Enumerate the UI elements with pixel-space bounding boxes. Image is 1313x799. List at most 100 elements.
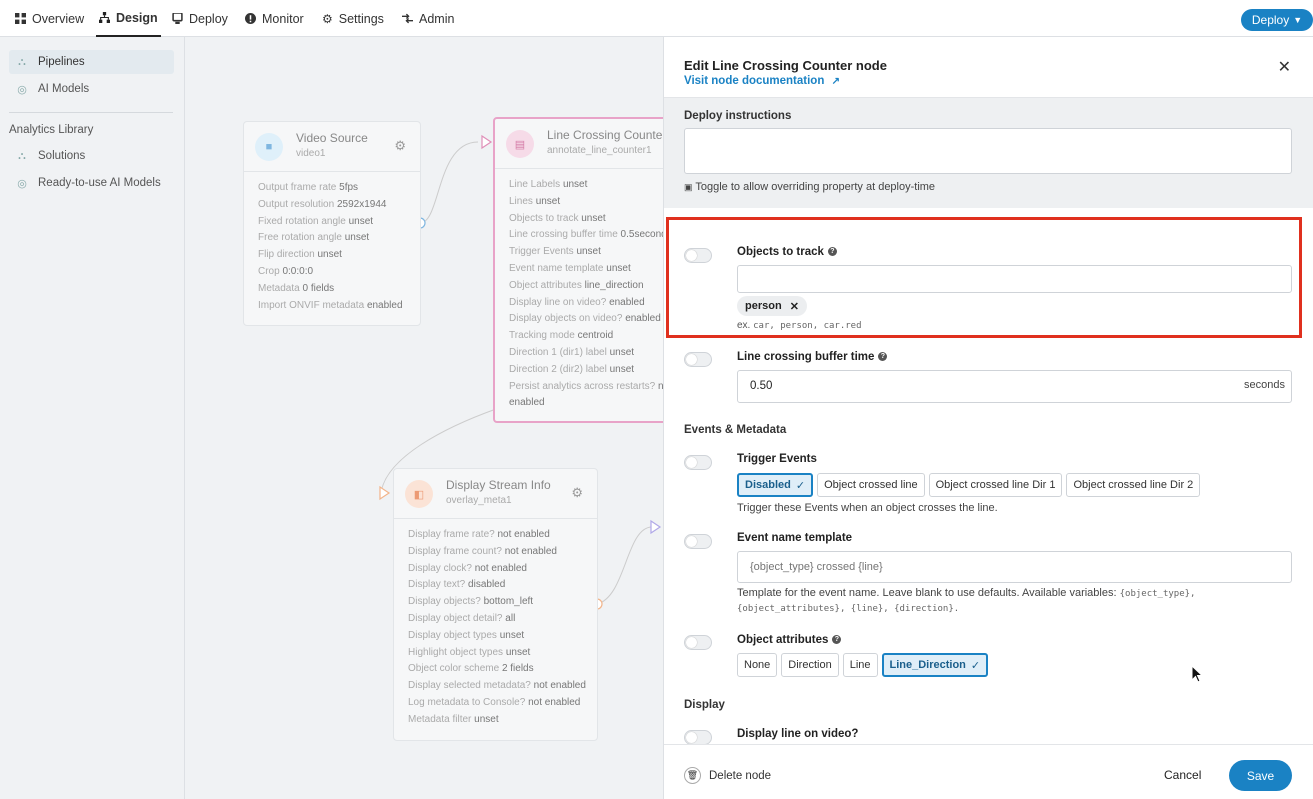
attr-option-line-direction[interactable]: Line_Direction ✓	[881, 653, 989, 677]
node-prop: Object color scheme 2 fields	[408, 663, 534, 675]
deploy-instructions-label: Deploy instructions	[684, 110, 792, 122]
deploy-instructions-section: Deploy instructions ▣ Toggle to allow ov…	[664, 98, 1313, 208]
check-icon: ✓	[970, 659, 981, 672]
object-attributes-override-toggle[interactable]	[684, 635, 712, 650]
nav-admin[interactable]: Admin	[402, 0, 454, 37]
node-documentation-link[interactable]: Visit node documentation ↗	[684, 75, 840, 87]
sidebar-item-ai-models[interactable]: ◎ AI Models	[9, 77, 174, 101]
pipeline-canvas[interactable]: ■ Video Source video1 ⚙ Output frame rat…	[186, 37, 663, 799]
gear-icon[interactable]: ⚙	[394, 138, 406, 154]
trigger-events-label: Trigger Events	[737, 453, 817, 465]
node-prop: Persist analytics across restarts? no	[509, 380, 663, 392]
node-prop: Output resolution 2592x1944	[258, 198, 387, 210]
attr-option-direction[interactable]: Direction	[781, 653, 839, 677]
node-prop: Crop 0:0:0:0	[258, 265, 314, 277]
tag-chip-person: person ✕	[737, 296, 807, 316]
node-prop: Free rotation angle unset	[258, 232, 370, 244]
deploy-dropdown-button[interactable]: Deploy ▼	[1241, 9, 1313, 31]
trigger-events-description: Trigger these Events when an object cros…	[737, 502, 998, 514]
chip-label: person	[745, 300, 782, 312]
mouse-cursor-icon	[1191, 665, 1204, 683]
trigger-events-override-toggle[interactable]	[684, 455, 712, 470]
nav-design-label: Design	[116, 10, 158, 25]
event-name-template-description: Template for the event name. Leave blank…	[737, 587, 1196, 614]
external-link-icon: ↗	[831, 76, 840, 87]
help-icon: ?	[878, 352, 888, 362]
node-prop: Display selected metadata? not enabled	[408, 680, 586, 692]
trigger-option-dir1[interactable]: Object crossed line Dir 1	[928, 473, 1063, 497]
node-prop: Fixed rotation angle unset	[258, 215, 374, 227]
trigger-option-disabled[interactable]: Disabled ✓	[737, 473, 814, 497]
nav-design[interactable]: Design	[96, 0, 161, 37]
trigger-events-options: Disabled ✓ Object crossed line Object cro…	[737, 473, 1201, 497]
nav-monitor[interactable]: Monitor	[245, 0, 304, 37]
object-attributes-options: None Direction Line Line_Direction ✓	[737, 653, 989, 677]
save-button[interactable]: Save	[1229, 760, 1292, 791]
event-name-override-toggle[interactable]	[684, 534, 712, 549]
attr-option-line[interactable]: Line	[842, 653, 878, 677]
deploy-instructions-textarea[interactable]	[684, 128, 1292, 174]
event-name-template-label: Event name template	[737, 532, 853, 544]
attr-option-none[interactable]: None	[737, 653, 778, 677]
node-properties: Display frame rate? not enabled Display …	[394, 519, 597, 729]
video-source-node[interactable]: ■ Video Source video1 ⚙ Output frame rat…	[243, 121, 421, 326]
node-prop: enabled	[509, 397, 545, 409]
sidebar-item-ready-to-use-models[interactable]: ◎ Ready-to-use AI Models	[9, 171, 174, 195]
node-properties-form: Objects to track? person ✕ ex. car, pers…	[664, 208, 1313, 744]
help-icon: ?	[827, 247, 837, 257]
remove-tag-icon[interactable]: ✕	[790, 300, 799, 313]
trigger-option-object-crossed-line[interactable]: Object crossed line	[817, 473, 925, 497]
grid-icon	[15, 13, 26, 24]
delete-node-button[interactable]: 🗑 Delete node	[684, 767, 771, 784]
sidebar-item-label: Solutions	[38, 150, 86, 162]
clipboard-icon: ▤	[506, 130, 534, 158]
node-prop: Tracking mode centroid	[509, 330, 614, 342]
objects-to-track-override-toggle[interactable]	[684, 248, 712, 263]
sidebar-item-pipelines[interactable]: ⛬ Pipelines	[9, 50, 174, 74]
node-prop: Display frame count? not enabled	[408, 545, 557, 557]
gear-icon[interactable]: ⚙	[571, 485, 583, 501]
buffer-time-input[interactable]: 0.50 seconds	[737, 370, 1292, 403]
check-icon: ✓	[795, 479, 806, 492]
nav-deploy[interactable]: Deploy	[172, 0, 228, 37]
trigger-option-dir2[interactable]: Object crossed line Dir 2	[1066, 473, 1201, 497]
sidebar: ⛬ Pipelines ◎ AI Models Analytics Librar…	[0, 37, 185, 799]
trash-icon: 🗑	[684, 767, 701, 784]
buffer-time-value: 0.50	[750, 380, 773, 392]
node-title: Display Stream Info	[446, 478, 551, 492]
node-title: Video Source	[296, 131, 368, 145]
node-prop: Display object types unset	[408, 629, 525, 641]
display-line-label: Display line on video?	[737, 728, 859, 740]
nav-deploy-label: Deploy	[189, 11, 228, 26]
admin-icon	[402, 13, 413, 24]
delete-node-label: Delete node	[709, 769, 772, 782]
nav-overview[interactable]: Overview	[15, 0, 84, 37]
node-prop: Display clock? not enabled	[408, 562, 527, 574]
video-camera-icon: ■	[255, 133, 283, 161]
sidebar-item-solutions[interactable]: ⛬ Solutions	[9, 144, 174, 168]
close-icon[interactable]: ✕	[1278, 57, 1291, 77]
buffer-time-override-toggle[interactable]	[684, 352, 712, 367]
event-name-template-input[interactable]	[737, 551, 1292, 583]
line-crossing-counter-node[interactable]: ▤ Line Crossing Counter annotate_line_co…	[493, 117, 663, 423]
scan-icon: ◎	[17, 177, 27, 190]
node-prop: Lines unset	[509, 195, 561, 207]
node-prop: Output frame rate 5fps	[258, 182, 359, 193]
cancel-button[interactable]: Cancel	[1164, 768, 1201, 782]
nav-settings[interactable]: ⚙ Settings	[322, 0, 384, 37]
node-subtitle: video1	[296, 148, 326, 159]
node-prop: Display objects? bottom_left	[408, 596, 534, 608]
node-prop: Object attributes line_direction	[509, 279, 644, 291]
node-prop: Line Labels unset	[509, 179, 588, 190]
info-circle-icon	[245, 13, 256, 24]
display-line-override-toggle[interactable]	[684, 730, 712, 744]
buffer-time-label: Line crossing buffer time?	[737, 351, 888, 363]
node-prop: Import ONVIF metadata enabled	[258, 299, 403, 311]
node-subtitle: overlay_meta1	[446, 495, 512, 506]
sidebar-item-label: AI Models	[38, 83, 90, 95]
objects-to-track-input[interactable]	[737, 265, 1292, 293]
node-title: Line Crossing Counter	[547, 128, 663, 142]
nav-settings-label: Settings	[338, 11, 384, 26]
display-stream-info-node[interactable]: ◧ Display Stream Info overlay_meta1 ⚙ Di…	[393, 468, 598, 741]
display-section-title: Display	[684, 699, 725, 711]
